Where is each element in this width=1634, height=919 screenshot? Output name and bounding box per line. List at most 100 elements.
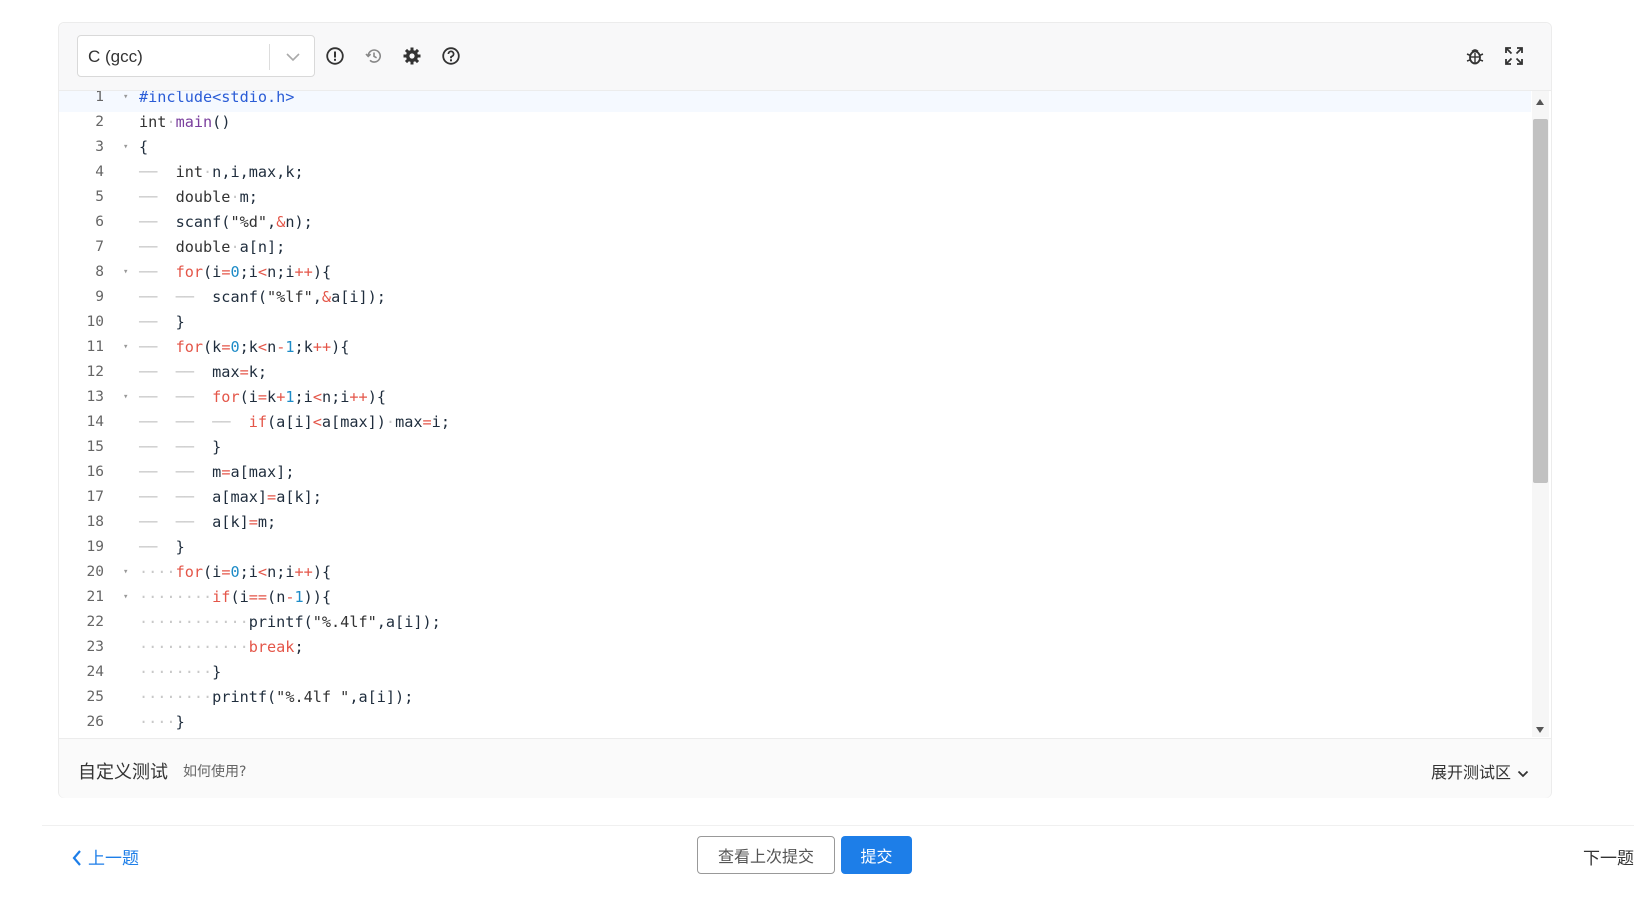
- select-divider: [269, 44, 270, 70]
- code-line[interactable]: 7 ── double·a[n];: [59, 235, 1531, 260]
- code-line[interactable]: 18 ── ── a[k]=m;: [59, 510, 1531, 535]
- code-line[interactable]: 2 int·main(): [59, 110, 1531, 135]
- code-text: ········if(i==(n-1)){: [139, 588, 332, 606]
- code-line[interactable]: 12 ── ── max=k;: [59, 360, 1531, 385]
- view-last-submission-button[interactable]: 查看上次提交: [697, 836, 835, 874]
- fold-toggle-icon[interactable]: ▾: [123, 135, 128, 160]
- line-number: 26: [86, 714, 104, 730]
- line-number: 12: [86, 364, 104, 380]
- code-editor[interactable]: 1 ▾ #include<stdio.h> 2 int·main() 3 ▾ {4 ── int…: [59, 91, 1551, 737]
- debug-icon[interactable]: [1465, 46, 1485, 66]
- line-number: 14: [86, 414, 104, 430]
- editor-toolbar: C (gcc): [59, 23, 1551, 91]
- code-line[interactable]: 20 ▾ ····for(i=0;i<n;i++){: [59, 560, 1531, 585]
- line-number: 17: [86, 489, 104, 505]
- line-number: 5: [95, 189, 104, 205]
- code-line[interactable]: 1 ▾ #include<stdio.h>: [59, 91, 1531, 110]
- custom-test-title: 自定义测试: [78, 762, 168, 783]
- code-line[interactable]: 4 ── int·n,i,max,k;: [59, 160, 1531, 185]
- code-text: ── ── }: [139, 438, 222, 456]
- code-text: ── int·n,i,max,k;: [139, 163, 304, 181]
- code-text: ── ── max=k;: [139, 363, 268, 381]
- line-number: 20: [86, 564, 104, 580]
- submit-button[interactable]: 提交: [841, 836, 912, 874]
- help-icon[interactable]: [441, 46, 461, 66]
- code-line[interactable]: 19 ── }: [59, 535, 1531, 560]
- prev-problem-label: 上一题: [88, 849, 139, 869]
- bottom-divider: [42, 825, 1634, 826]
- history-icon[interactable]: [364, 46, 384, 66]
- fold-toggle-icon[interactable]: ▾: [123, 91, 128, 110]
- code-text: ········printf("%.4lf ",a[i]);: [139, 688, 414, 706]
- code-line[interactable]: 5 ── double·m;: [59, 185, 1531, 210]
- custom-test-bar: 自定义测试 如何使用? 展开测试区: [59, 738, 1551, 798]
- code-line[interactable]: 9 ── ── scanf("%lf",&a[i]);: [59, 285, 1531, 310]
- code-text: ········}: [139, 663, 222, 681]
- code-text: ── ── for(i=k+1;i<n;i++){: [139, 388, 386, 406]
- code-text: ····}: [139, 713, 185, 731]
- custom-test-help-link[interactable]: 如何使用?: [183, 761, 246, 781]
- prev-problem-link[interactable]: 上一题: [72, 844, 139, 869]
- fold-toggle-icon[interactable]: ▾: [123, 560, 128, 585]
- line-number: 23: [86, 639, 104, 655]
- fold-toggle-icon[interactable]: ▾: [123, 585, 128, 610]
- line-number: 8: [95, 264, 104, 280]
- scroll-up-icon[interactable]: [1536, 99, 1544, 105]
- editor-scrollbar[interactable]: [1532, 91, 1549, 737]
- code-text: ── ── ── if(a[i]<a[max])·max=i;: [139, 413, 450, 431]
- code-line[interactable]: 24 ········}: [59, 660, 1531, 685]
- chevron-down-icon: [286, 53, 300, 62]
- fullscreen-icon[interactable]: [1504, 46, 1524, 66]
- code-text: ── ── scanf("%lf",&a[i]);: [139, 288, 386, 306]
- code-line[interactable]: 3 ▾ {: [59, 135, 1531, 160]
- code-text: #include<stdio.h>: [139, 91, 295, 106]
- code-line[interactable]: 21 ▾ ········if(i==(n-1)){: [59, 585, 1531, 610]
- fold-toggle-icon[interactable]: ▾: [123, 385, 128, 410]
- expand-test-area-button[interactable]: 展开测试区: [1431, 759, 1529, 783]
- language-value: C (gcc): [88, 47, 143, 66]
- code-line[interactable]: 14 ── ── ── if(a[i]<a[max])·max=i;: [59, 410, 1531, 435]
- line-number: 21: [86, 589, 104, 605]
- code-line[interactable]: 11 ▾ ── for(k=0;k<n-1;k++){: [59, 335, 1531, 360]
- line-number: 6: [95, 214, 104, 230]
- scroll-down-icon[interactable]: [1536, 727, 1544, 733]
- code-text: ── ── a[max]=a[k];: [139, 488, 322, 506]
- code-line[interactable]: 6 ── scanf("%d",&n);: [59, 210, 1531, 235]
- code-text: ············break;: [139, 638, 304, 656]
- code-text: ── double·m;: [139, 188, 258, 206]
- line-number: 4: [95, 164, 104, 180]
- code-line[interactable]: 25 ········printf("%.4lf ",a[i]);: [59, 685, 1531, 710]
- line-number: 13: [86, 389, 104, 405]
- fold-toggle-icon[interactable]: ▾: [123, 335, 128, 360]
- code-line[interactable]: 16 ── ── m=a[max];: [59, 460, 1531, 485]
- line-number: 18: [86, 514, 104, 530]
- code-line[interactable]: 15 ── ── }: [59, 435, 1531, 460]
- line-number: 9: [95, 289, 104, 305]
- line-number: 15: [86, 439, 104, 455]
- code-text: ── }: [139, 538, 185, 556]
- code-line[interactable]: 22 ············printf("%.4lf",a[i]);: [59, 610, 1531, 635]
- line-number: 19: [86, 539, 104, 555]
- next-problem-link[interactable]: 下一题: [1583, 844, 1634, 869]
- line-number: 2: [95, 114, 104, 130]
- code-line[interactable]: 23 ············break;: [59, 635, 1531, 660]
- scrollbar-thumb[interactable]: [1533, 119, 1548, 483]
- code-text: int·main(): [139, 113, 231, 131]
- line-number: 25: [86, 689, 104, 705]
- gear-icon[interactable]: [402, 46, 422, 66]
- code-line[interactable]: 17 ── ── a[max]=a[k];: [59, 485, 1531, 510]
- code-line[interactable]: 10 ── }: [59, 310, 1531, 335]
- line-number: 22: [86, 614, 104, 630]
- fold-toggle-icon[interactable]: ▾: [123, 260, 128, 285]
- language-select[interactable]: C (gcc): [77, 35, 315, 77]
- code-text: ····for(i=0;i<n;i++){: [139, 563, 332, 581]
- code-line[interactable]: 13 ▾ ── ── for(i=k+1;i<n;i++){: [59, 385, 1531, 410]
- code-line[interactable]: 26 ····}: [59, 710, 1531, 735]
- code-text: ── ── a[k]=m;: [139, 513, 277, 531]
- code-text: ············printf("%.4lf",a[i]);: [139, 613, 441, 631]
- line-number: 10: [86, 314, 104, 330]
- chevron-down-icon: [1517, 770, 1529, 777]
- info-icon[interactable]: [325, 46, 345, 66]
- code-line[interactable]: 8 ▾ ── for(i=0;i<n;i++){: [59, 260, 1531, 285]
- line-number: 7: [95, 239, 104, 255]
